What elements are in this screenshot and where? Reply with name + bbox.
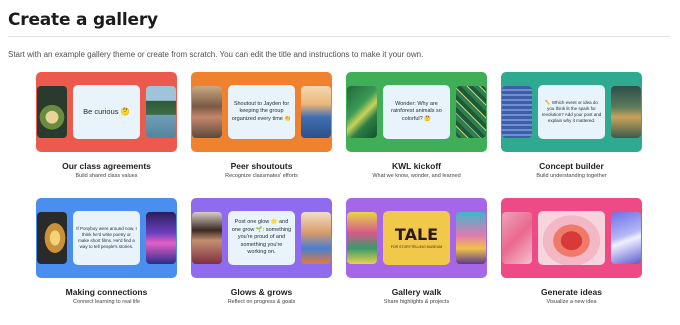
- card-title: Gallery walk: [391, 287, 442, 297]
- template-preview-text: ✏️ Which event or idea do you think lit …: [538, 85, 605, 139]
- gallery-template-grid: Be curious 🤔 Our class agreements Build …: [36, 72, 644, 322]
- card-subtitle: Visualize a new idea: [546, 299, 597, 305]
- template-card-class-agreements[interactable]: Be curious 🤔 Our class agreements Build …: [36, 72, 177, 184]
- student-portrait-image: [192, 212, 222, 264]
- poster-subtitle: FOR STORYTELLING MUSEUM: [390, 244, 443, 249]
- card-banner: [501, 198, 642, 278]
- card-subtitle: Build shared class values: [75, 173, 138, 179]
- futuristic-car-image: [611, 212, 641, 264]
- poster-title: TALE: [394, 224, 439, 244]
- student-illustration-image: [301, 86, 331, 138]
- card-subtitle: Recognize classmates' efforts: [225, 173, 298, 179]
- template-card-making-connections[interactable]: If Ponyboy were around now, I think he'd…: [36, 198, 177, 310]
- template-preview-text: Shoutout to Jayden for keeping the group…: [228, 85, 295, 139]
- template-preview-poster: TALE FOR STORYTELLING MUSEUM: [383, 211, 450, 265]
- book-cover-image: [347, 212, 377, 264]
- card-title: Concept builder: [539, 161, 604, 171]
- forest-lake-image: [146, 86, 176, 138]
- card-title: Our class agreements: [62, 161, 151, 171]
- students-group-image: [192, 86, 222, 138]
- card-subtitle: Reflect on progress & goals: [227, 299, 296, 305]
- card-title: Glows & grows: [230, 287, 293, 297]
- card-banner: Be curious 🤔: [36, 72, 177, 152]
- card-title: Peer shoutouts: [230, 161, 293, 171]
- template-preview-text: Wonder: Why are rainforest animals so co…: [383, 85, 450, 139]
- header-divider: [8, 36, 670, 37]
- card-banner: If Ponyboy were around now, I think he'd…: [36, 198, 177, 278]
- card-title: KWL kickoff: [392, 161, 441, 171]
- rainforest-leaves-image: [347, 86, 377, 138]
- card-banner: Wonder: Why are rainforest animals so co…: [346, 72, 487, 152]
- card-banner: TALE FOR STORYTELLING MUSEUM: [346, 198, 487, 278]
- poster-art-image: [456, 212, 486, 264]
- card-subtitle: Build understanding together: [536, 173, 607, 179]
- betta-fish-image: [538, 211, 605, 265]
- template-card-generate-ideas[interactable]: Generate ideas Visualize a new idea: [501, 198, 642, 310]
- template-card-gallery-walk[interactable]: TALE FOR STORYTELLING MUSEUM Gallery wal…: [346, 198, 487, 310]
- template-card-concept-builder[interactable]: ✏️ Which event or idea do you think lit …: [501, 72, 642, 184]
- card-subtitle: Share highlights & projects: [383, 299, 450, 305]
- card-subtitle: What we know, wonder, and learned: [372, 173, 461, 179]
- green-pattern-image: [456, 86, 486, 138]
- card-banner: Post one glow 🌟 and one grow 🌱: somethin…: [191, 198, 332, 278]
- template-card-kwl-kickoff[interactable]: Wonder: Why are rainforest animals so co…: [346, 72, 487, 184]
- template-card-peer-shoutouts[interactable]: Shoutout to Jayden for keeping the group…: [191, 72, 332, 184]
- coral-image: [502, 212, 532, 264]
- template-preview-text: Post one glow 🌟 and one grow 🌱: somethin…: [228, 211, 295, 265]
- card-title: Making connections: [65, 287, 148, 297]
- intro-text: Start with an example gallery theme or c…: [8, 50, 424, 59]
- template-card-glows-grows[interactable]: Post one glow 🌟 and one grow 🌱: somethin…: [191, 198, 332, 310]
- golden-feather-image: [37, 212, 67, 264]
- neon-city-image: [146, 212, 176, 264]
- historical-document-image: [502, 86, 532, 138]
- card-subtitle: Connect learning to real life: [73, 299, 140, 305]
- plant-sprout-image: [37, 86, 67, 138]
- cartoon-students-image: [301, 212, 331, 264]
- card-banner: Shoutout to Jayden for keeping the group…: [191, 72, 332, 152]
- landscape-painting-image: [611, 86, 641, 138]
- template-preview-text: Be curious 🤔: [73, 85, 140, 139]
- card-banner: ✏️ Which event or idea do you think lit …: [501, 72, 642, 152]
- page-title: Create a gallery: [8, 10, 158, 30]
- template-preview-text: If Ponyboy were around now, I think he'd…: [73, 211, 140, 265]
- card-title: Generate ideas: [541, 287, 602, 297]
